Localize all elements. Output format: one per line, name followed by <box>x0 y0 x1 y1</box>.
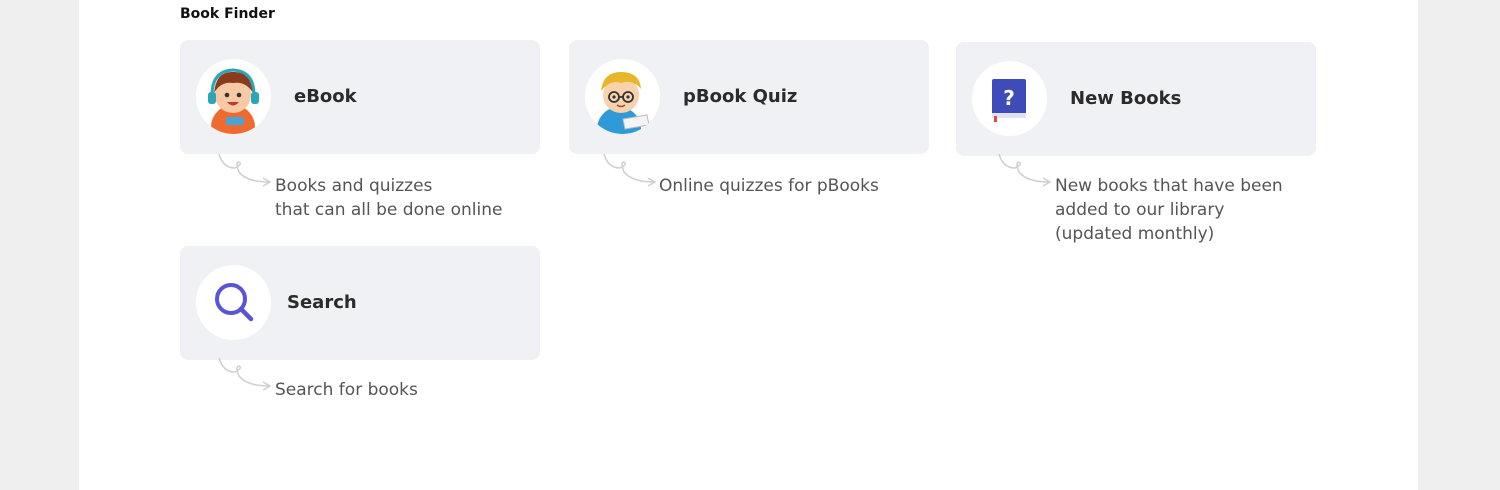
card-pbook-quiz-description: Online quizzes for pBooks <box>659 176 879 196</box>
curved-arrow-icon <box>218 357 272 391</box>
magnifier-icon <box>196 265 271 340</box>
card-new-books[interactable]: ? New Books <box>956 42 1316 156</box>
card-search-label: Search <box>287 292 357 313</box>
main-panel: Book Finder eBook pBook Quiz ? New Books… <box>79 0 1418 490</box>
section-title: Book Finder <box>180 6 275 22</box>
card-pbook-quiz-label: pBook Quiz <box>683 86 798 107</box>
curved-arrow-icon <box>218 153 272 187</box>
card-new-books-label: New Books <box>1070 88 1182 109</box>
svg-text:?: ? <box>1003 86 1015 110</box>
curved-arrow-icon <box>998 153 1052 187</box>
card-search[interactable]: Search <box>180 246 540 360</box>
card-search-description: Search for books <box>275 380 418 400</box>
question-book-icon: ? <box>972 61 1047 136</box>
card-ebook[interactable]: eBook <box>180 40 540 154</box>
card-ebook-label: eBook <box>294 86 357 107</box>
kid-headphones-icon <box>196 59 271 134</box>
card-ebook-description: Books and quizzes that can all be done o… <box>275 176 503 220</box>
kid-reading-icon <box>585 59 660 134</box>
curved-arrow-icon <box>603 153 657 187</box>
card-pbook-quiz[interactable]: pBook Quiz <box>569 40 929 154</box>
card-new-books-description: New books that have been added to our li… <box>1055 176 1283 244</box>
